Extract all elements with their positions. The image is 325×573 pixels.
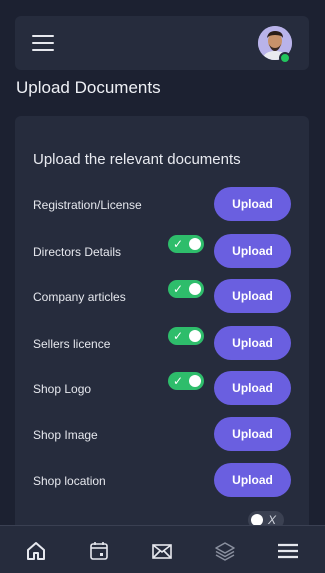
layers-icon[interactable]: [214, 540, 238, 562]
row-label: Shop Image: [33, 428, 98, 442]
check-icon: ✓: [173, 282, 184, 296]
toggle-knob: [189, 283, 201, 295]
document-row-registration: Registration/License Upload: [15, 187, 309, 221]
top-bar: [15, 16, 309, 70]
uploaded-toggle[interactable]: ✓: [168, 235, 204, 253]
row-label: Sellers licence: [33, 337, 111, 351]
upload-button[interactable]: Upload: [214, 463, 291, 497]
document-row-company-articles: Company articles ✓ Upload: [15, 279, 309, 313]
row-label: Shop Logo: [33, 382, 92, 396]
row-label: Registration/License: [33, 198, 142, 212]
check-icon: ✓: [173, 237, 184, 251]
upload-button[interactable]: Upload: [214, 326, 291, 360]
toggle-knob: [189, 375, 201, 387]
page-title: Upload Documents: [16, 78, 161, 97]
row-label: Company articles: [33, 290, 126, 304]
document-row-shop-logo: Shop Logo ✓ Upload: [15, 371, 309, 405]
card-title: Upload the relevant documents: [33, 151, 241, 168]
upload-button[interactable]: Upload: [214, 417, 291, 451]
documents-card: Upload the relevant documents Registrati…: [15, 116, 309, 536]
document-row-shop-location: Shop location Upload: [15, 463, 309, 497]
hamburger-menu-icon[interactable]: [32, 35, 54, 51]
upload-button[interactable]: Upload: [214, 234, 291, 268]
document-row-shop-image: Shop Image Upload: [15, 417, 309, 451]
row-label: Shop location: [33, 474, 106, 488]
bottom-navigation: [0, 525, 325, 573]
document-row-sellers-licence: Sellers licence ✓ Upload: [15, 326, 309, 360]
check-icon: ✓: [173, 374, 184, 388]
home-icon[interactable]: [25, 540, 49, 562]
calendar-icon[interactable]: [88, 540, 112, 562]
document-row-directors: Directors Details ✓ Upload: [15, 234, 309, 268]
uploaded-toggle[interactable]: ✓: [168, 280, 204, 298]
upload-button[interactable]: Upload: [214, 371, 291, 405]
upload-button[interactable]: Upload: [214, 187, 291, 221]
mail-icon[interactable]: [151, 540, 175, 562]
upload-button[interactable]: Upload: [214, 279, 291, 313]
row-label: Directors Details: [33, 245, 122, 259]
check-icon: ✓: [173, 329, 184, 343]
uploaded-toggle[interactable]: ✓: [168, 327, 204, 345]
uploaded-toggle[interactable]: ✓: [168, 372, 204, 390]
menu-icon[interactable]: [277, 540, 301, 562]
toggle-knob: [189, 330, 201, 342]
online-status-dot: [279, 52, 291, 64]
toggle-knob: [189, 238, 201, 250]
